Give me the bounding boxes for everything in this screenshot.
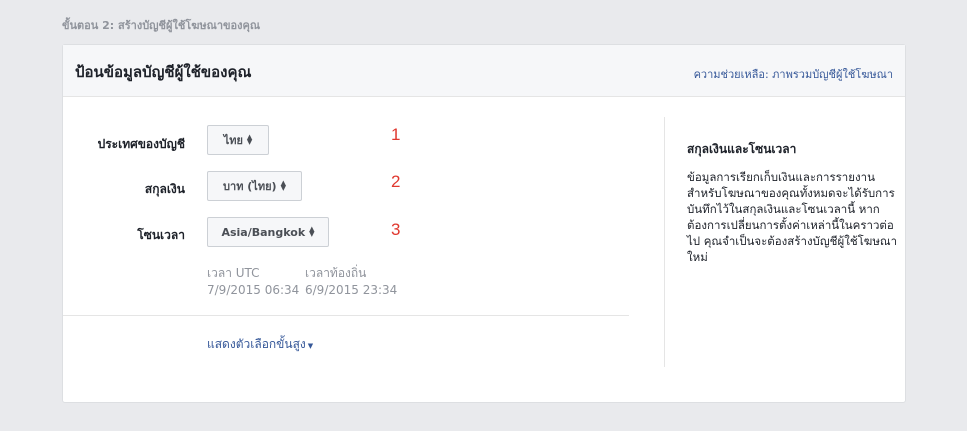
currency-label: สกุลเงิน	[144, 182, 185, 196]
advanced-options-label: แสดงตัวเลือกขั้นสูง	[207, 337, 306, 351]
currency-select[interactable]: บาท (ไทย) ▲ ▼	[207, 171, 302, 201]
account-info-card: ป้อนข้อมูลบัญชีผู้ใช้ของคุณ ความช่วยเหลื…	[62, 44, 906, 403]
up-down-caret-icon: ▲ ▼	[309, 225, 315, 238]
chevron-down-icon: ▼	[307, 342, 314, 350]
utc-time-label: เวลา UTC	[207, 266, 260, 280]
form-divider	[63, 315, 629, 316]
step-title: ขั้นตอน 2: สร้างบัญชีผู้ใช้โฆษณาของคุณ	[62, 19, 261, 32]
up-down-caret-icon: ▲ ▼	[246, 133, 253, 146]
local-time-block: เวลาท้องถิ่น 6/9/2015 23:34	[305, 264, 397, 297]
timezone-select-value: Asia/Bangkok	[221, 225, 306, 239]
up-down-caret-icon: ▲ ▼	[280, 179, 286, 192]
timezone-label: โซนเวลา	[137, 228, 185, 242]
marker-3: 3	[391, 220, 401, 239]
country-select[interactable]: ไทย ▲ ▼	[207, 125, 269, 155]
info-sidebar: สกุลเงินและโซนเวลา ข้อมูลการเรียกเก็บเงิ…	[687, 140, 899, 265]
currency-select-value: บาท (ไทย)	[223, 180, 277, 193]
country-select-value: ไทย	[223, 134, 243, 147]
utc-time-value: 7/9/2015 06:34	[207, 283, 300, 297]
marker-2: 2	[391, 172, 401, 191]
card-title: ป้อนข้อมูลบัญชีผู้ใช้ของคุณ	[75, 63, 252, 81]
sidebar-body: ข้อมูลการเรียกเก็บเงินและการรายงานสำหรับ…	[687, 170, 898, 264]
advanced-options-link[interactable]: แสดงตัวเลือกขั้นสูง ▼	[207, 335, 313, 354]
timezone-select[interactable]: Asia/Bangkok ▲ ▼	[207, 217, 329, 247]
local-time-value: 6/9/2015 23:34	[305, 283, 398, 297]
utc-time-block: เวลา UTC 7/9/2015 06:34	[207, 264, 299, 297]
local-time-label: เวลาท้องถิ่น	[305, 266, 367, 280]
marker-1: 1	[391, 125, 401, 144]
card-header: ป้อนข้อมูลบัญชีผู้ใช้ของคุณ ความช่วยเหลื…	[63, 45, 905, 97]
sidebar-divider	[664, 117, 665, 367]
sidebar-title: สกุลเงินและโซนเวลา	[687, 142, 797, 156]
country-label: ประเทศของบัญชี	[97, 137, 185, 151]
help-link[interactable]: ความช่วยเหลือ: ภาพรวมบัญชีผู้ใช้โฆษณา	[694, 65, 893, 83]
